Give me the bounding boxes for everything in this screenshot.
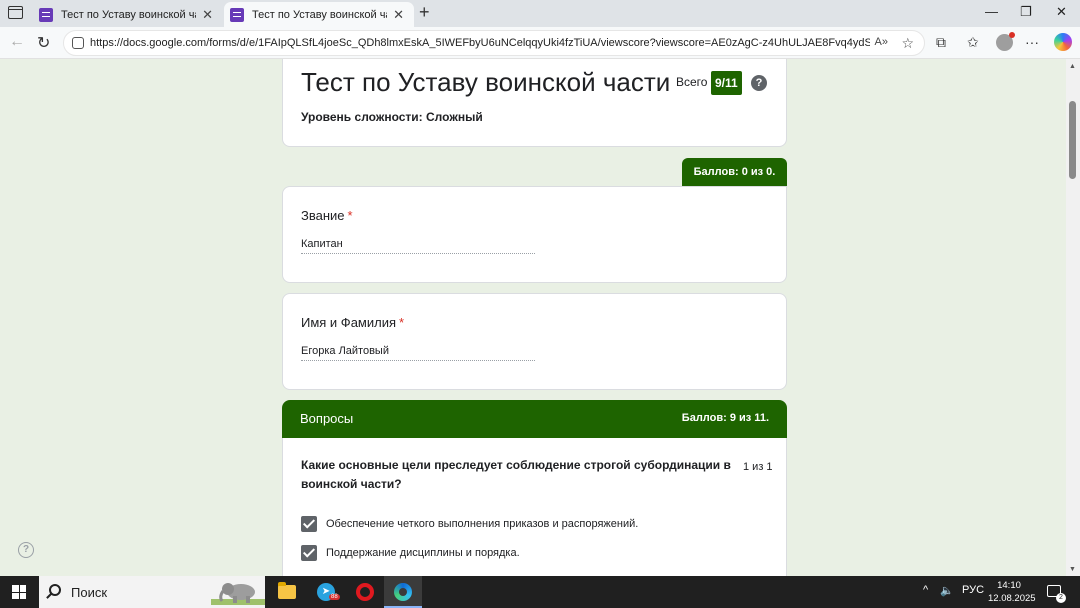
form-page: Тест по Уставу воинской части Всего 9/11… bbox=[0, 59, 1066, 576]
question-text: Какие основные цели преследует соблюдени… bbox=[301, 458, 731, 491]
form-icon bbox=[39, 7, 53, 22]
form-icon bbox=[230, 7, 244, 22]
speaker-icon[interactable]: 🔈 bbox=[940, 584, 954, 597]
scroll-up-icon[interactable]: ▲ bbox=[1069, 63, 1076, 70]
tab-strip: Тест по Уставу воинской части ✕ Тест по … bbox=[0, 0, 1080, 27]
total-label: Всего bbox=[676, 75, 708, 89]
total-score-badge: 9/11 bbox=[711, 71, 742, 95]
read-aloud-icon[interactable]: A» bbox=[875, 36, 888, 48]
checkbox-checked-icon bbox=[301, 545, 317, 561]
field-label-text: Имя и Фамилия bbox=[301, 315, 397, 330]
taskbar-search[interactable]: Поиск bbox=[39, 576, 265, 608]
browser-toolbar: ← ↻ https://docs.google.com/forms/d/e/1F… bbox=[0, 27, 1080, 59]
search-placeholder: Поиск bbox=[71, 584, 108, 600]
title-card: Тест по Уставу воинской части Всего 9/11… bbox=[282, 59, 787, 147]
profile-icon[interactable] bbox=[996, 32, 1015, 51]
taskbar: Поиск ➤ 88 ^ 🔈 РУС 14:10 12.08.2025 2 bbox=[0, 576, 1080, 608]
tab-title: Тест по Уставу воинской части bbox=[61, 8, 196, 21]
scroll-down-icon[interactable]: ▼ bbox=[1069, 566, 1076, 573]
option-text: Поддержание дисциплины и порядка. bbox=[326, 547, 520, 559]
opera-icon bbox=[356, 583, 374, 601]
questions-section-header: Вопросы Баллов: 9 из 11. bbox=[282, 400, 787, 438]
elephant-illustration-icon bbox=[211, 583, 265, 605]
language-indicator[interactable]: РУС bbox=[962, 584, 984, 596]
chevron-up-icon[interactable]: ^ bbox=[923, 584, 928, 596]
edge-icon bbox=[394, 583, 412, 601]
star-icon[interactable]: ☆ bbox=[901, 35, 914, 52]
question-card: Какие основные цели преследует соблюдени… bbox=[282, 438, 787, 576]
name-value: Егорка Лайтовый bbox=[301, 345, 535, 361]
more-icon[interactable]: ··· bbox=[1025, 34, 1039, 50]
minimize-icon[interactable]: — bbox=[985, 4, 998, 19]
option-text: Обеспечение четкого выполнения приказов … bbox=[326, 518, 639, 530]
page-scrollbar[interactable]: ▲ ▼ bbox=[1066, 59, 1080, 576]
page-help-icon[interactable]: ? bbox=[18, 542, 34, 558]
required-mark: * bbox=[347, 208, 353, 223]
scrollbar-thumb[interactable] bbox=[1069, 101, 1076, 179]
notification-count: 2 bbox=[1056, 593, 1066, 603]
name-label: Имя и Фамилия * bbox=[301, 315, 404, 330]
section-score: Баллов: 9 из 11. bbox=[681, 412, 769, 424]
difficulty-text: Уровень сложности: Сложный bbox=[301, 110, 483, 124]
lock-icon[interactable] bbox=[72, 37, 84, 49]
window-menu-icon[interactable] bbox=[8, 6, 23, 19]
section-title: Вопросы bbox=[300, 411, 354, 426]
close-icon[interactable]: ✕ bbox=[393, 7, 404, 23]
windows-start-icon[interactable] bbox=[12, 585, 26, 599]
copilot-icon[interactable] bbox=[1054, 33, 1072, 51]
refresh-icon[interactable]: ↻ bbox=[37, 33, 50, 53]
address-bar[interactable]: https://docs.google.com/forms/d/e/1FAIpQ… bbox=[63, 30, 925, 56]
opera-button[interactable] bbox=[346, 576, 384, 608]
rank-label: Звание * bbox=[301, 208, 353, 223]
edge-button[interactable] bbox=[384, 576, 422, 608]
telegram-button[interactable]: ➤ 88 bbox=[307, 576, 345, 608]
form-title: Тест по Уставу воинской части bbox=[301, 67, 671, 97]
help-icon[interactable]: ? bbox=[751, 75, 767, 91]
answer-option: Обеспечение четкого выполнения приказов … bbox=[301, 516, 638, 532]
field-label-text: Звание bbox=[301, 208, 345, 223]
tab-title: Тест по Уставу воинской части bbox=[252, 8, 387, 21]
answer-option: Поддержание дисциплины и порядка. bbox=[301, 545, 520, 561]
extensions-icon[interactable]: ⧉ bbox=[936, 34, 946, 51]
favorites-icon[interactable]: ✩ bbox=[967, 34, 979, 51]
question-score: 1 из 1 bbox=[743, 461, 773, 473]
search-icon bbox=[49, 584, 61, 596]
name-field-card: Имя и Фамилия * Егорка Лайтовый bbox=[282, 293, 787, 390]
folder-icon bbox=[278, 582, 296, 599]
checkbox-checked-icon bbox=[301, 516, 317, 532]
rank-value: Капитан bbox=[301, 238, 535, 254]
file-explorer-button[interactable] bbox=[268, 576, 306, 608]
clock-time: 14:10 bbox=[997, 580, 1021, 591]
back-icon[interactable]: ← bbox=[9, 33, 25, 51]
tab-inactive[interactable]: Тест по Уставу воинской части ✕ bbox=[33, 2, 223, 27]
telegram-badge: 88 bbox=[329, 594, 340, 600]
points-badge: Баллов: 0 из 0. bbox=[682, 158, 787, 186]
rank-field-card: Звание * Капитан bbox=[282, 186, 787, 283]
clock-date: 12.08.2025 bbox=[988, 593, 1036, 604]
close-icon[interactable]: ✕ bbox=[202, 7, 213, 23]
system-clock[interactable]: 14:10 12.08.2025 bbox=[988, 579, 1036, 605]
restore-icon[interactable]: ❐ bbox=[1020, 4, 1032, 20]
plus-icon[interactable]: + bbox=[419, 2, 430, 23]
tab-active[interactable]: Тест по Уставу воинской части ✕ bbox=[224, 2, 414, 27]
url-text: https://docs.google.com/forms/d/e/1FAIpQ… bbox=[90, 37, 870, 49]
required-mark: * bbox=[399, 315, 405, 330]
window-close-icon[interactable]: ✕ bbox=[1056, 4, 1067, 20]
